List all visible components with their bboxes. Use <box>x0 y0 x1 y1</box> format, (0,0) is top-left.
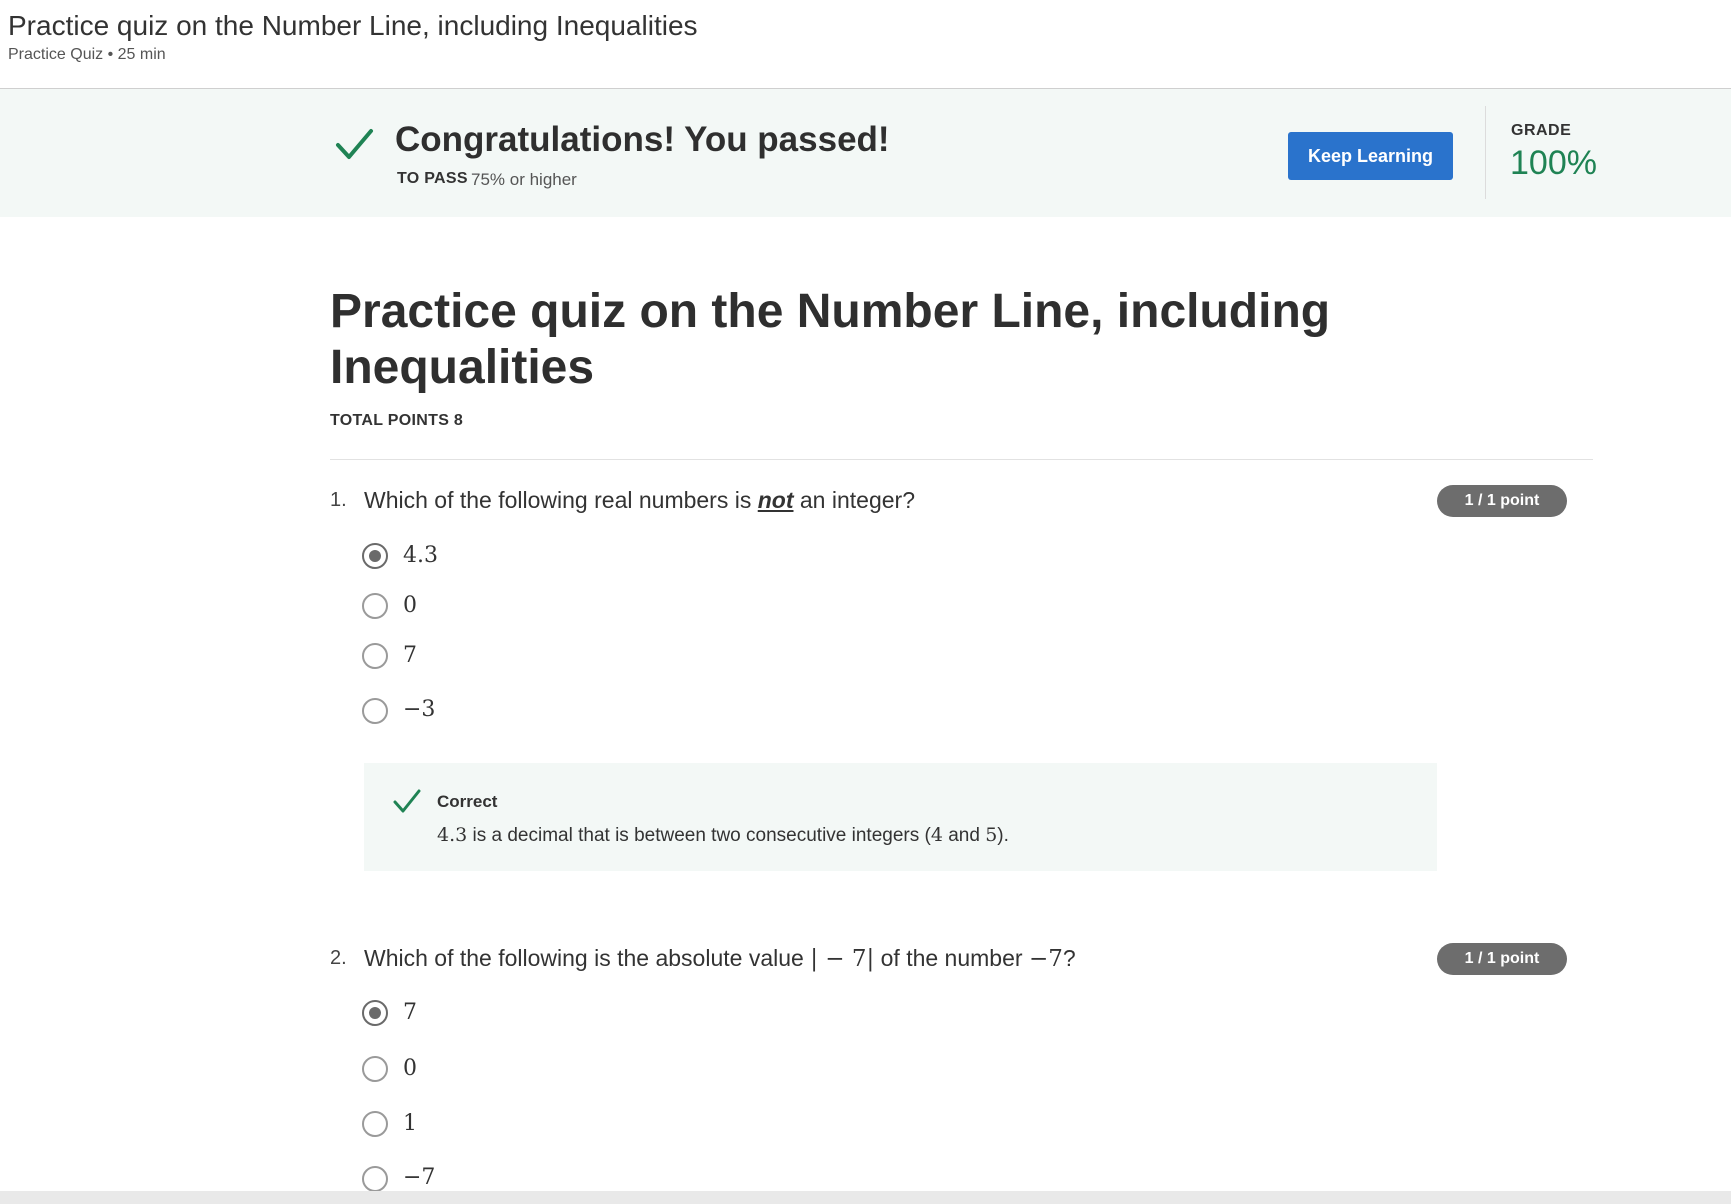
to-pass-value: 75% or higher <box>471 170 577 189</box>
to-pass-label: TO PASS <box>397 170 468 187</box>
option-radio[interactable] <box>362 543 388 569</box>
checkmark-icon <box>336 129 373 159</box>
grade-label: GRADE <box>1511 122 1572 139</box>
option-label[interactable]: −7 <box>403 1165 435 1190</box>
correct-check-icon <box>393 789 421 813</box>
question-number: 1. <box>330 489 347 511</box>
feedback-box <box>364 763 1437 871</box>
section-divider <box>330 459 1593 460</box>
option-radio[interactable] <box>362 698 388 724</box>
grade-value: 100% <box>1510 144 1597 182</box>
question-text: Which of the following is the absolute v… <box>364 945 1076 972</box>
option-label[interactable]: 1 <box>403 1111 417 1136</box>
option-radio[interactable] <box>362 1000 388 1026</box>
keep-learning-button[interactable]: Keep Learning <box>1288 132 1453 180</box>
option-label[interactable]: −3 <box>403 697 435 722</box>
option-radio[interactable] <box>362 1111 388 1137</box>
header-title: Practice quiz on the Number Line, includ… <box>8 10 698 41</box>
feedback-title: Correct <box>437 792 498 811</box>
header-subtitle: Practice Quiz • 25 min <box>8 46 166 63</box>
option-label[interactable]: 7 <box>403 1000 417 1025</box>
option-label[interactable]: 7 <box>403 643 417 668</box>
option-radio[interactable] <box>362 1056 388 1082</box>
horizontal-scrollbar[interactable] <box>0 1191 1731 1204</box>
grade-divider <box>1485 106 1486 199</box>
question-number: 2. <box>330 947 347 969</box>
option-radio[interactable] <box>362 593 388 619</box>
top-header: Practice quiz on the Number Line, includ… <box>0 0 1731 89</box>
option-label[interactable]: 4.3 <box>403 543 438 568</box>
points-badge: 1 / 1 point <box>1437 485 1567 517</box>
question-text: Which of the following real numbers is n… <box>364 487 915 513</box>
points-badge: 1 / 1 point <box>1437 943 1567 975</box>
option-radio[interactable] <box>362 643 388 669</box>
pass-headline: Congratulations! You passed! <box>395 120 890 159</box>
option-label[interactable]: 0 <box>403 593 417 618</box>
option-radio[interactable] <box>362 1166 388 1192</box>
quiz-title: Practice quiz on the Number Line, includ… <box>330 285 1331 394</box>
total-points: TOTAL POINTS 8 <box>330 412 464 429</box>
option-label[interactable]: 0 <box>403 1056 417 1081</box>
feedback-text: 4.3 is a decimal that is between two con… <box>437 824 1009 846</box>
